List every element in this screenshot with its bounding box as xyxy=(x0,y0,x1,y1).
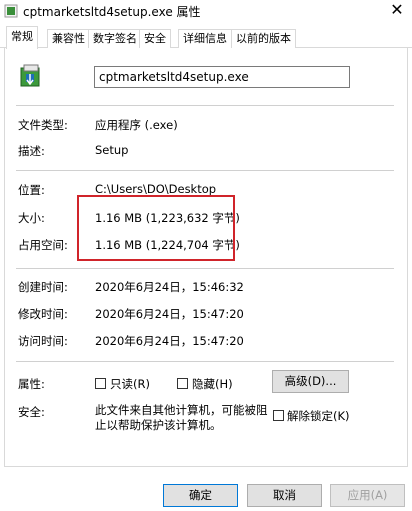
attributes-label: 属性: xyxy=(18,377,45,391)
app-icon xyxy=(4,4,18,18)
size-label: 大小: xyxy=(18,211,45,225)
unblock-checkbox[interactable] xyxy=(273,410,284,421)
tab-details[interactable]: 详细信息 xyxy=(178,29,232,48)
tab-security[interactable]: 安全 xyxy=(139,29,171,48)
modified-label: 修改时间: xyxy=(18,307,68,321)
window-title: cptmarketsltd4setup.exe 属性 xyxy=(23,5,201,19)
divider xyxy=(16,170,394,171)
installer-icon xyxy=(20,64,40,87)
readonly-label[interactable]: 只读(R) xyxy=(110,376,150,392)
divider xyxy=(16,105,394,106)
tab-previous-versions[interactable]: 以前的版本 xyxy=(231,29,296,48)
apply-button[interactable]: 应用(A) xyxy=(330,484,405,507)
hidden-checkbox[interactable] xyxy=(177,378,188,389)
hidden-label[interactable]: 隐藏(H) xyxy=(192,376,233,392)
advanced-button[interactable]: 高级(D)... xyxy=(272,370,349,393)
location-value: C:\Users\DO\Desktop xyxy=(95,182,217,196)
close-icon[interactable]: ✕ xyxy=(388,0,406,20)
file-type-label: 文件类型: xyxy=(18,118,68,132)
description-value: Setup xyxy=(95,143,129,157)
tab-digital-signatures[interactable]: 数字签名 xyxy=(88,29,142,48)
location-label: 位置: xyxy=(18,183,45,197)
readonly-checkbox[interactable] xyxy=(95,378,106,389)
size-on-disk-label: 占用空间: xyxy=(18,238,68,252)
file-name-field[interactable]: cptmarketsltd4setup.exe xyxy=(94,66,350,88)
modified-value: 2020年6月24日，15:47:20 xyxy=(95,307,244,321)
cancel-button[interactable]: 取消 xyxy=(247,484,322,507)
tab-strip: 常规 兼容性 数字签名 安全 详细信息 以前的版本 xyxy=(0,26,412,49)
accessed-label: 访问时间: xyxy=(18,334,68,348)
file-type-value: 应用程序 (.exe) xyxy=(95,118,178,132)
created-value: 2020年6月24日，15:46:32 xyxy=(95,280,244,294)
title-bar: cptmarketsltd4setup.exe 属性 ✕ xyxy=(0,0,412,22)
divider xyxy=(16,268,394,269)
size-highlight-box xyxy=(77,195,235,261)
divider xyxy=(16,361,394,362)
security-message: 此文件来自其他计算机，可能被阻止以帮助保护该计算机。 xyxy=(95,403,268,432)
tab-general[interactable]: 常规 xyxy=(6,26,38,49)
accessed-value: 2020年6月24日，15:47:20 xyxy=(95,334,244,348)
tab-compatibility[interactable]: 兼容性 xyxy=(47,29,90,48)
security-label: 安全: xyxy=(18,405,45,419)
description-label: 描述: xyxy=(18,144,45,158)
unblock-label[interactable]: 解除锁定(K) xyxy=(287,408,350,424)
ok-button[interactable]: 确定 xyxy=(163,484,238,507)
created-label: 创建时间: xyxy=(18,280,68,294)
